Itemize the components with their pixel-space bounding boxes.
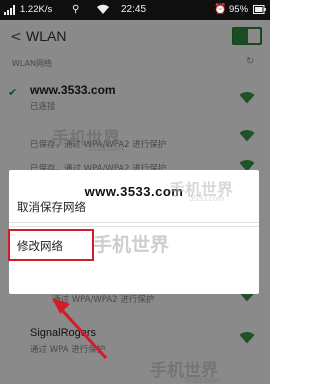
watermark-logo: 手机世界 <box>93 230 169 257</box>
battery-icon <box>253 5 266 14</box>
watermark-text: 手机世界 <box>93 235 170 256</box>
signal-icon <box>4 5 15 15</box>
wifi-status-icon <box>97 4 109 14</box>
forget-network-option[interactable]: 取消保存网络 <box>9 190 259 224</box>
battery-percent: 95% <box>229 4 249 15</box>
usb-icon: ⚲ <box>72 4 80 15</box>
dialog-divider <box>9 226 259 227</box>
clock: 22:45 <box>121 4 147 15</box>
option-label: 取消保存网络 <box>17 200 86 214</box>
alarm-icon: ⏰ <box>214 4 227 15</box>
network-speed: 1.22K/s <box>20 4 53 15</box>
highlight-box <box>8 229 94 261</box>
status-bar: 1.22K/s ⚲ 22:45 ⏰ 95% <box>0 0 270 20</box>
